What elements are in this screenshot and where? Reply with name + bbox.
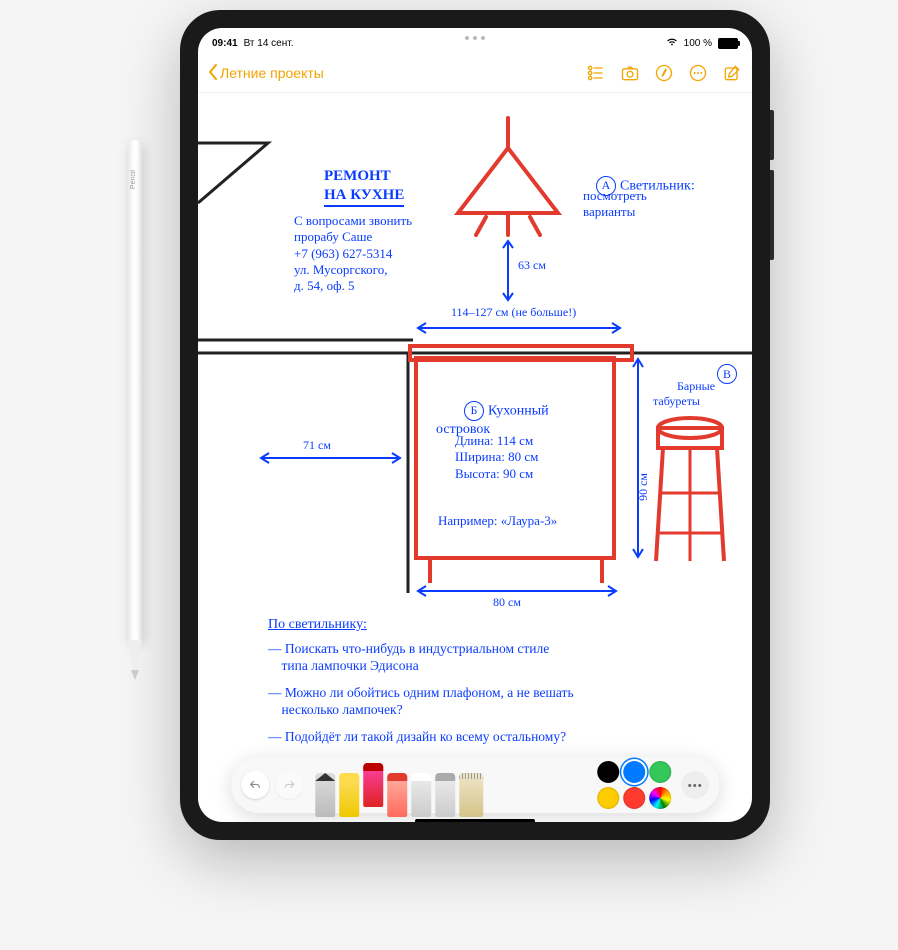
dim-90: 90 см — [636, 473, 651, 501]
redo-button[interactable] — [275, 771, 303, 799]
camera-icon[interactable] — [620, 63, 640, 83]
tool-pen[interactable] — [315, 773, 335, 817]
checklist-item-1: — Можно ли обойтись одним плафоном, а не… — [268, 685, 574, 719]
color-picker[interactable] — [649, 787, 671, 809]
battery-icon — [718, 38, 738, 49]
status-bar: 09:41 Вт 14 сент. 100 % — [198, 28, 752, 54]
color-black[interactable] — [597, 761, 619, 783]
color-yellow[interactable] — [597, 787, 619, 809]
tool-eraser[interactable] — [411, 773, 431, 817]
home-indicator[interactable] — [415, 819, 535, 822]
back-label: Летние проекты — [220, 65, 324, 81]
drawing-toolbar — [231, 757, 719, 813]
dim-71: 71 см — [303, 438, 331, 453]
battery-percent: 100 % — [684, 38, 712, 49]
note-canvas[interactable]: РЕМОНТ НА КУХНЕ С вопросами звонить прор… — [198, 93, 752, 822]
checklist-title: По светильнику: — [268, 616, 367, 634]
stool-label: Барные табуреты В — [653, 364, 715, 424]
color-red[interactable] — [623, 787, 645, 809]
more-icon[interactable] — [688, 63, 708, 83]
wifi-icon — [666, 37, 678, 50]
chevron-left-icon — [208, 64, 218, 83]
pencil-brand-label: Pencil — [130, 170, 137, 189]
island-example: Например: «Лаура-3» — [438, 513, 557, 529]
toolbar-more-button[interactable] — [681, 771, 709, 799]
tool-lasso[interactable] — [435, 773, 455, 817]
markup-icon[interactable] — [654, 63, 674, 83]
multitask-icon[interactable] — [465, 36, 485, 40]
checklist-item-2: — Подойдёт ли такой дизайн ко всему оста… — [268, 729, 566, 746]
dim-width-range: 114–127 см (не больше!) — [451, 305, 576, 320]
status-time: 09:41 — [212, 38, 238, 49]
tool-marker[interactable] — [339, 773, 359, 817]
color-green[interactable] — [649, 761, 671, 783]
ipad-device: 09:41 Вт 14 сент. 100 % Летние проекты — [180, 10, 770, 840]
lamp-note: посмотреть варианты — [583, 188, 647, 221]
checklist-item-0: — Поискать что-нибудь в индустриальном с… — [268, 641, 549, 675]
tool-pencil[interactable] — [363, 763, 383, 807]
dim-80: 80 см — [493, 595, 521, 610]
compose-icon[interactable] — [722, 63, 742, 83]
tool-ruler[interactable] — [459, 773, 483, 817]
apple-pencil: Pencil — [125, 140, 145, 700]
island-specs: Длина: 114 см Ширина: 80 см Высота: 90 с… — [455, 433, 538, 482]
undo-button[interactable] — [241, 771, 269, 799]
dim-63: 63 см — [518, 258, 546, 273]
status-date: Вт 14 сент. — [244, 38, 294, 49]
format-options-icon[interactable] — [586, 63, 606, 83]
note-contact: С вопросами звонить прорабу Саше +7 (963… — [294, 213, 412, 294]
back-button[interactable]: Летние проекты — [208, 64, 324, 83]
nav-bar: Летние проекты — [198, 54, 752, 93]
color-blue[interactable] — [623, 761, 645, 783]
ipad-screen: 09:41 Вт 14 сент. 100 % Летние проекты — [198, 28, 752, 822]
tool-crayon[interactable] — [387, 773, 407, 817]
